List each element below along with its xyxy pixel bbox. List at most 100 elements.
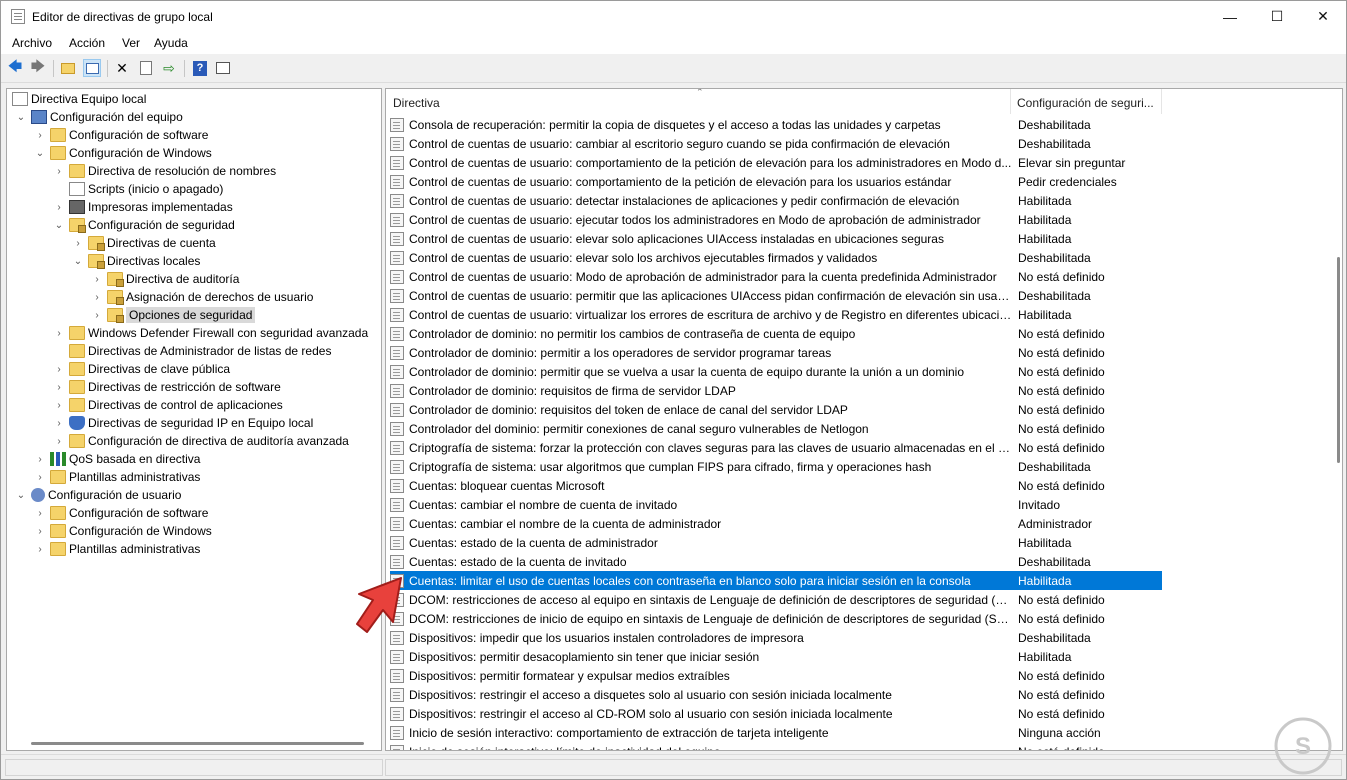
tree-node[interactable]: › Directiva de resolución de nombres: [53, 162, 276, 180]
policy-row[interactable]: Controlador de dominio: permitir a los o…: [390, 343, 1162, 362]
tree-node[interactable]: › Directivas de clave pública: [53, 360, 230, 378]
chevron-right-icon[interactable]: ›: [72, 238, 84, 249]
column-header-directiva[interactable]: Directiva: [393, 89, 440, 116]
policy-row[interactable]: Control de cuentas de usuario: Modo de a…: [390, 267, 1162, 286]
policy-row[interactable]: Criptografía de sistema: usar algoritmos…: [390, 457, 1162, 476]
chevron-right-icon[interactable]: ›: [53, 436, 65, 447]
tree-node[interactable]: ⌄ Configuración de seguridad: [53, 216, 235, 234]
chevron-right-icon[interactable]: ›: [53, 418, 65, 429]
tree-node[interactable]: › Windows Defender Firewall con seguridad…: [53, 324, 368, 342]
tree-node[interactable]: › Directivas de cuenta: [72, 234, 216, 252]
column-divider[interactable]: [1161, 89, 1162, 114]
policy-row[interactable]: Cuentas: estado de la cuenta de administ…: [390, 533, 1162, 552]
tree-node[interactable]: ⌄ Configuración del equipo: [15, 108, 183, 126]
policy-row[interactable]: Control de cuentas de usuario: ejecutar …: [390, 210, 1162, 229]
chevron-right-icon[interactable]: ›: [34, 454, 46, 465]
menu-ayuda[interactable]: Ayuda: [154, 36, 188, 50]
back-arrow-icon[interactable]: 🡄: [6, 58, 24, 77]
chevron-right-icon[interactable]: ›: [53, 328, 65, 339]
chevron-down-icon[interactable]: ⌄: [34, 148, 46, 159]
tree-node[interactable]: › Configuración de directiva de auditoría…: [53, 432, 349, 450]
tree-node[interactable]: › Plantillas administrativas: [34, 468, 200, 486]
chevron-right-icon[interactable]: ›: [53, 202, 65, 213]
tree-node[interactable]: › Directivas de seguridad IP en Equipo lo…: [53, 414, 313, 432]
chevron-right-icon[interactable]: ›: [34, 472, 46, 483]
close-button[interactable]: ✕: [1300, 1, 1346, 32]
policy-row[interactable]: Inicio de sesión interactivo: límite de …: [390, 742, 1162, 750]
chevron-right-icon[interactable]: ›: [34, 508, 46, 519]
policy-row[interactable]: Controlador de dominio: permitir que se …: [390, 362, 1162, 381]
menu-accion[interactable]: Acción: [69, 36, 105, 50]
policy-row[interactable]: Control de cuentas de usuario: virtualiz…: [390, 305, 1162, 324]
policy-row[interactable]: Dispositivos: restringir el acceso a dis…: [390, 685, 1162, 704]
tree-node[interactable]: › Directivas de control de aplicaciones: [53, 396, 283, 414]
tree-node[interactable]: Scripts (inicio o apagado): [53, 180, 223, 198]
tree-node[interactable]: › Plantillas administrativas: [34, 540, 200, 558]
policy-row[interactable]: Cuentas: estado de la cuenta de invitado…: [390, 552, 1162, 571]
tree-node[interactable]: › QoS basada en directiva: [34, 450, 200, 468]
tree-node[interactable]: ⌄ Directivas locales: [72, 252, 200, 270]
tree-node[interactable]: › Asignación de derechos de usuario: [91, 288, 313, 306]
chevron-right-icon[interactable]: ›: [91, 292, 103, 303]
policy-row[interactable]: Control de cuentas de usuario: comportam…: [390, 153, 1162, 172]
policy-row[interactable]: Control de cuentas de usuario: elevar so…: [390, 248, 1162, 267]
chevron-right-icon[interactable]: ›: [34, 130, 46, 141]
chevron-down-icon[interactable]: ⌄: [15, 490, 27, 501]
tree-node[interactable]: › Impresoras implementadas: [53, 198, 233, 216]
console-view-icon[interactable]: [214, 59, 232, 77]
policy-row[interactable]: Cuentas: cambiar el nombre de cuenta de …: [390, 495, 1162, 514]
column-header-configuracion[interactable]: Configuración de seguri...: [1017, 89, 1154, 116]
policy-row[interactable]: Dispositivos: permitir desacoplamiento s…: [390, 647, 1162, 666]
policy-row[interactable]: Inicio de sesión interactivo: comportami…: [390, 723, 1162, 742]
delete-x-icon[interactable]: ✕: [113, 59, 131, 77]
policy-row[interactable]: Criptografía de sistema: forzar la prote…: [390, 438, 1162, 457]
policy-row[interactable]: Controlador del dominio: permitir conexi…: [390, 419, 1162, 438]
tree-node[interactable]: › Configuración de Windows: [34, 522, 212, 540]
chevron-right-icon[interactable]: ›: [34, 526, 46, 537]
vertical-scrollbar[interactable]: [1333, 89, 1342, 750]
chevron-right-icon[interactable]: ›: [53, 382, 65, 393]
menu-ver[interactable]: Ver: [122, 36, 140, 50]
tree-node[interactable]: › Configuración de software: [34, 504, 208, 522]
policy-row[interactable]: Control de cuentas de usuario: elevar so…: [390, 229, 1162, 248]
properties-icon[interactable]: [137, 59, 155, 77]
policy-row[interactable]: Control de cuentas de usuario: permitir …: [390, 286, 1162, 305]
chevron-right-icon[interactable]: ›: [91, 274, 103, 285]
chevron-right-icon[interactable]: ›: [53, 364, 65, 375]
chevron-right-icon[interactable]: ›: [53, 166, 65, 177]
chevron-right-icon[interactable]: ›: [34, 544, 46, 555]
tree-node[interactable]: Directiva Equipo local: [12, 90, 146, 108]
policy-row[interactable]: Control de cuentas de usuario: comportam…: [390, 172, 1162, 191]
column-divider[interactable]: [1010, 89, 1011, 114]
tree-node[interactable]: ⌄ Configuración de usuario: [15, 486, 181, 504]
tree-node[interactable]: › Opciones de seguridad: [91, 306, 256, 324]
tree-node[interactable]: › Configuración de software: [34, 126, 208, 144]
maximize-button[interactable]: ☐: [1254, 1, 1300, 32]
menu-archivo[interactable]: Archivo: [12, 36, 52, 50]
policy-row[interactable]: Controlador de dominio: requisitos del t…: [390, 400, 1162, 419]
chevron-right-icon[interactable]: ›: [53, 400, 65, 411]
show-hide-tree-icon[interactable]: [83, 59, 101, 77]
policy-row[interactable]: Controlador de dominio: no permitir los …: [390, 324, 1162, 343]
policy-row[interactable]: Control de cuentas de usuario: detectar …: [390, 191, 1162, 210]
policy-row[interactable]: DCOM: restricciones de inicio de equipo …: [390, 609, 1162, 628]
chevron-down-icon[interactable]: ⌄: [15, 112, 27, 123]
chevron-right-icon[interactable]: ›: [91, 310, 103, 321]
policy-row[interactable]: Controlador de dominio: requisitos de fi…: [390, 381, 1162, 400]
scroll-thumb[interactable]: [1337, 257, 1340, 463]
policy-row[interactable]: Control de cuentas de usuario: cambiar a…: [390, 134, 1162, 153]
policy-row[interactable]: Cuentas: limitar el uso de cuentas local…: [390, 571, 1162, 590]
policy-row[interactable]: Cuentas: bloquear cuentas Microsoft No es…: [390, 476, 1162, 495]
tree-node[interactable]: ⌄ Configuración de Windows: [34, 144, 212, 162]
policy-row[interactable]: Dispositivos: impedir que los usuarios i…: [390, 628, 1162, 647]
forward-arrow-icon[interactable]: 🡆: [29, 58, 47, 77]
policy-row[interactable]: Dispositivos: permitir formatear y expul…: [390, 666, 1162, 685]
policy-row[interactable]: Dispositivos: restringir el acceso al CD…: [390, 704, 1162, 723]
chevron-down-icon[interactable]: ⌄: [53, 220, 65, 231]
policy-row[interactable]: Consola de recuperación: permitir la cop…: [390, 115, 1162, 134]
tree-node[interactable]: › Directivas de restricción de software: [53, 378, 281, 396]
help-icon[interactable]: ?: [191, 59, 209, 77]
minimize-button[interactable]: —: [1207, 1, 1253, 32]
chevron-down-icon[interactable]: ⌄: [72, 256, 84, 267]
tree-node[interactable]: Directivas de Administrador de listas de…: [53, 342, 331, 360]
